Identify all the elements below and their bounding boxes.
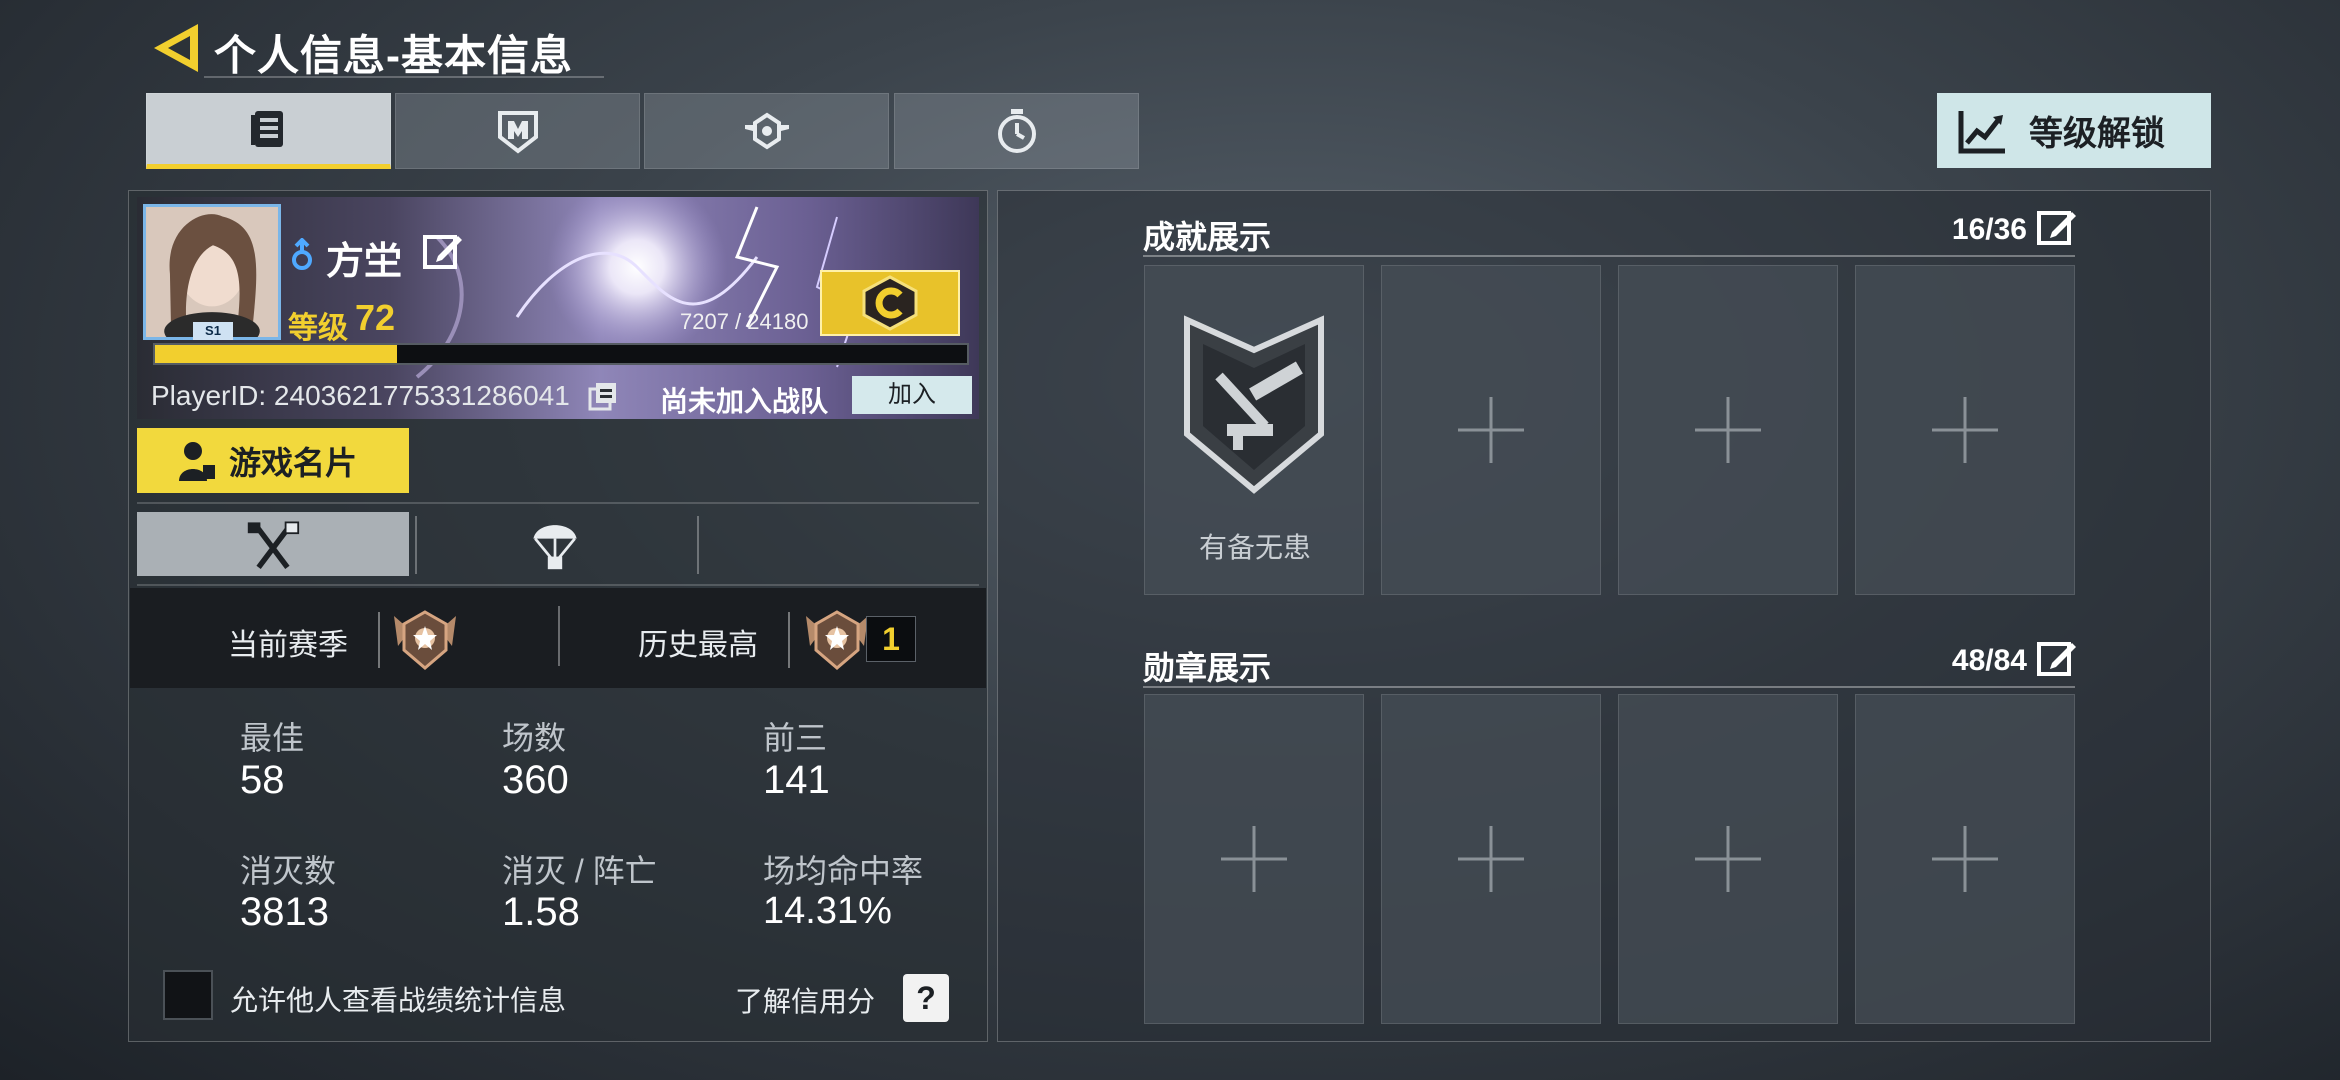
rank-c-emblem-icon xyxy=(862,275,918,331)
plus-icon xyxy=(1695,397,1761,463)
xp-progress-fill xyxy=(155,345,397,363)
join-team-button[interactable]: 加入 xyxy=(852,376,972,414)
achievements-divider xyxy=(1143,255,2075,257)
medal-slot-empty[interactable] xyxy=(1618,694,1838,1024)
tab-emblem[interactable] xyxy=(395,93,640,169)
help-button[interactable]: ? xyxy=(903,974,949,1022)
tab-multiplayer[interactable] xyxy=(137,512,409,576)
crossed-weapons-icon xyxy=(247,521,300,570)
divider xyxy=(137,584,979,586)
plus-icon xyxy=(1458,826,1524,892)
medals-count: 48/84 xyxy=(1951,644,2027,677)
game-card-label: 游戏名片 xyxy=(229,444,358,481)
stat-kd-label: 消灭 / 阵亡 xyxy=(502,853,657,889)
achievement-slot-empty[interactable] xyxy=(1855,265,2075,595)
stat-matches-value: 360 xyxy=(502,758,569,802)
medals-title: 勋章展示 xyxy=(1143,650,1272,686)
history-best-label: 历史最高 xyxy=(638,629,758,662)
divider xyxy=(788,612,790,668)
shield-emblem-icon xyxy=(497,111,538,154)
stat-top3-value: 141 xyxy=(763,758,830,802)
current-season-label: 当前赛季 xyxy=(228,629,348,662)
stat-top3-label: 前三 xyxy=(763,720,828,756)
achievement-emblem-icon xyxy=(1184,315,1324,494)
player-avatar[interactable] xyxy=(143,204,281,340)
divider xyxy=(137,502,979,504)
stat-matches-label: 场数 xyxy=(502,720,567,756)
plus-icon xyxy=(1695,826,1761,892)
allow-stats-checkbox[interactable] xyxy=(163,970,213,1020)
person-card-icon xyxy=(179,441,215,481)
level-label: 等级 xyxy=(288,312,348,345)
allow-stats-label: 允许他人查看战绩统计信息 xyxy=(230,985,567,1016)
achievements-title: 成就展示 xyxy=(1143,219,1272,255)
edit-medals-icon[interactable] xyxy=(2036,639,2076,679)
tab-badges[interactable] xyxy=(644,93,889,169)
page-title: 个人信息-基本信息 xyxy=(214,32,573,79)
stat-accuracy-label: 场均命中率 xyxy=(763,853,924,889)
plus-icon xyxy=(1458,397,1524,463)
team-status: 尚未加入战队 xyxy=(660,386,829,417)
edit-achievements-icon[interactable] xyxy=(2036,208,2076,248)
stopwatch-icon xyxy=(997,109,1036,153)
avatar-season-badge: S1 xyxy=(193,322,233,340)
parachute-icon xyxy=(533,525,577,570)
achievement-name: 有备无患 xyxy=(1198,532,1311,563)
achievements-count: 16/36 xyxy=(1951,213,2027,246)
stat-kd-value: 1.58 xyxy=(502,890,580,934)
rank-emblem[interactable] xyxy=(820,270,960,336)
copy-icon[interactable] xyxy=(588,381,618,411)
title-divider xyxy=(204,76,604,78)
xp-text: 7207 / 24180 xyxy=(680,309,809,334)
winged-badge-icon xyxy=(744,112,789,150)
back-arrow-icon xyxy=(154,24,198,72)
divider xyxy=(378,612,380,668)
season-rank-badge-icon[interactable] xyxy=(390,606,460,674)
medals-divider xyxy=(1143,686,2075,688)
plus-icon xyxy=(1932,826,1998,892)
divider xyxy=(558,606,560,666)
player-name: 方坣 xyxy=(326,241,403,283)
player-id: PlayerID: 2403621775331286041 xyxy=(151,380,570,411)
stat-best-value: 58 xyxy=(240,758,285,802)
stat-kills-label: 消灭数 xyxy=(240,853,337,889)
achievement-slot-empty[interactable] xyxy=(1381,265,1601,595)
avatar-portrait xyxy=(146,207,278,337)
edit-name-icon[interactable] xyxy=(422,232,462,272)
achievement-slot[interactable]: 有备无患 xyxy=(1144,265,1364,595)
profile-card-icon xyxy=(250,111,283,147)
tab-battle-royale[interactable] xyxy=(420,512,690,576)
level-unlock-label: 等级解锁 xyxy=(2029,115,2165,153)
tab-basic-info[interactable] xyxy=(146,93,391,169)
stat-best-label: 最佳 xyxy=(240,720,305,756)
male-icon xyxy=(292,238,312,270)
plus-icon xyxy=(1221,826,1287,892)
achievement-slot-empty[interactable] xyxy=(1618,265,1838,595)
trend-chart-icon xyxy=(1958,110,2005,153)
history-rank-badge-icon[interactable] xyxy=(802,606,872,674)
credit-score-link[interactable]: 了解信用分 xyxy=(735,980,875,1020)
history-rank-number: 1 xyxy=(866,616,916,662)
level-value: 72 xyxy=(355,297,396,338)
medal-slot-empty[interactable] xyxy=(1381,694,1601,1024)
medal-slot-empty[interactable] xyxy=(1855,694,2075,1024)
divider xyxy=(415,516,417,574)
stat-kills-value: 3813 xyxy=(240,890,329,934)
medal-slot-empty[interactable] xyxy=(1144,694,1364,1024)
game-card-button[interactable]: 游戏名片 xyxy=(137,428,409,493)
plus-icon xyxy=(1932,397,1998,463)
back-button[interactable] xyxy=(148,20,204,76)
level-unlock-button[interactable]: 等级解锁 xyxy=(1937,93,2211,168)
tab-timer[interactable] xyxy=(894,93,1139,169)
divider xyxy=(697,516,699,574)
stat-accuracy-value: 14.31% xyxy=(763,890,892,932)
